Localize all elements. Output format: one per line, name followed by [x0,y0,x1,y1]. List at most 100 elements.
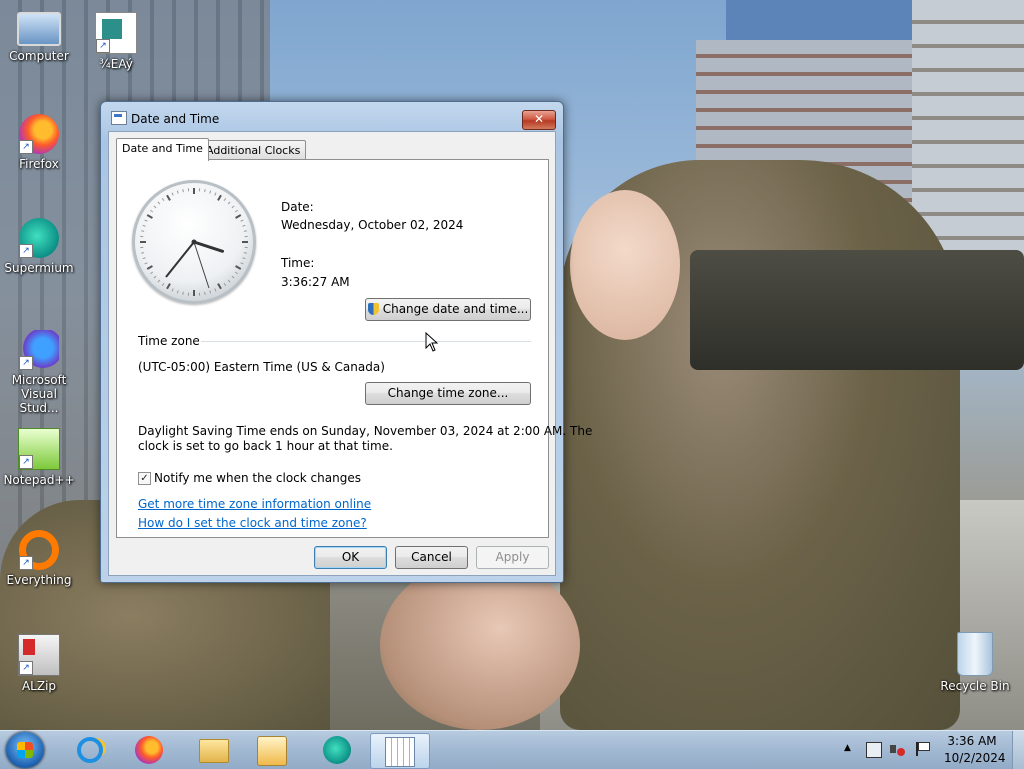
clock-minute-tick [215,193,216,196]
file-explorer-icon [199,739,229,763]
desktop-icon-label: ALZip [1,679,77,693]
clock-hour-hand [194,242,223,251]
tab-additional-clocks[interactable]: Additional Clocks [200,140,306,161]
recycle-bin-icon [957,632,993,676]
clock-minute-tick [224,283,226,285]
firefox-icon: ↗ [19,114,59,154]
desktop-icon-label: Supermium [1,261,77,275]
notify-checkbox-label[interactable]: Notify me when the clock changes [154,471,361,485]
notepad-plus-plus-icon: ↗ [18,428,60,470]
time-zone-info-link[interactable]: Get more time zone information online [138,497,371,511]
wallpaper-face [570,190,680,340]
action-center-flag-icon[interactable] [914,741,930,757]
clock-minute-tick [232,276,234,278]
time-zone-separator [201,341,531,342]
clock-date[interactable]: 10/2/2024 [944,751,1000,765]
date-time-dialog[interactable]: Date and Time ✕ Date and Time Additional… [100,101,564,583]
how-to-set-clock-link[interactable]: How do I set the clock and time zone? [138,516,367,530]
desktop-icon-label: Computer [1,49,77,63]
taskbar-firefox[interactable] [122,733,176,767]
clock-minute-tick [141,231,144,232]
clock-hour-tick [147,266,152,269]
apply-button[interactable]: Apply [476,546,549,569]
dialog-title: Date and Time [131,112,219,126]
clock-minute-tick [154,276,156,278]
supermium-icon [323,736,351,764]
date-label: Date: [281,200,314,214]
clock-minute-tick [150,210,152,212]
show-desktop-button[interactable] [1012,731,1024,769]
clock-minute-tick [243,258,246,259]
clock-minute-tick [145,263,148,264]
clock-minute-tick [172,289,173,292]
alzip-icon: ↗ [18,634,60,676]
document-icon: ↗ [95,12,137,54]
clock-minute-tick [232,206,234,208]
close-button[interactable]: ✕ [522,110,556,130]
taskbar-supermium[interactable] [310,733,364,767]
clock-minute-tick [210,191,211,194]
clock-minute-tick [158,280,160,282]
desktop-icon-everything[interactable]: ↗ Everything [1,530,77,587]
clock-minute-tick [162,198,164,200]
shortcut-arrow-icon: ↗ [19,455,33,469]
taskbar-internet-explorer[interactable] [62,733,116,767]
volume-muted-icon[interactable] [890,741,906,757]
clock-minute-tick [205,189,206,192]
clock-second-hand [194,242,209,288]
clock-time[interactable]: 3:36 AM [944,734,1000,748]
clock-minute-tick [241,263,244,264]
clock-minute-tick [162,283,164,285]
clock-minute-tick [141,253,144,254]
desktop-icon-label: Notepad++ [1,473,77,487]
clock-minute-tick [205,292,206,295]
clock-hour-tick [167,195,170,200]
desktop-icon-alzip[interactable]: ↗ ALZip [1,634,77,693]
notify-checkbox[interactable]: ✓ [138,472,151,485]
desktop-icon-notepad-plus-plus[interactable]: ↗ Notepad++ [1,428,77,487]
clock-minute-tick [177,291,178,294]
start-button[interactable] [6,732,44,768]
clock-center-pin [192,240,197,245]
uac-shield-icon [368,303,379,315]
taskbar-file-explorer[interactable] [186,733,240,767]
clock-minute-tick [243,225,246,226]
show-hidden-icons-button[interactable]: ▲ [844,743,851,753]
clock-minute-tick [143,225,146,226]
taskbar-media-player[interactable] [244,733,298,767]
clock-hour-tick [218,195,221,200]
clock-hour-tick [218,284,221,289]
change-date-and-time-button[interactable]: Change date and time... [365,298,531,321]
taskbar-date-time-window[interactable] [370,733,430,769]
clock-minute-tick [210,291,211,294]
desktop-icon-firefox[interactable]: ↗ Firefox [1,114,77,171]
desktop-icon-label: Everything [1,573,77,587]
clock-minute-tick [235,210,237,212]
dialog-titlebar[interactable]: Date and Time ✕ [101,102,563,132]
tab-date-and-time[interactable]: Date and Time [116,138,209,161]
cancel-button[interactable]: Cancel [395,546,468,569]
desktop-icon-document[interactable]: ↗ ¾EAý [78,12,154,71]
desktop-icon-supermium[interactable]: ↗ Supermium [1,218,77,275]
checkmark-icon: ✓ [140,473,148,484]
desktop-icon-computer[interactable]: Computer [1,12,77,63]
media-player-icon [257,736,287,766]
clock-minute-tick [154,206,156,208]
shortcut-arrow-icon: ↗ [19,140,33,154]
clock-hour-tick [236,266,241,269]
desktop-icon-label: Recycle Bin [937,679,1013,693]
clock-minute-tick [224,198,226,200]
dst-info-line-1: Daylight Saving Time ends on Sunday, Nov… [138,424,592,438]
ok-button[interactable]: OK [314,546,387,569]
desktop-icon-visual-studio[interactable]: ↗ Microsoft Visual Stud... [1,330,77,415]
change-time-zone-button[interactable]: Change time zone... [365,382,531,405]
dialog-client-area: Date and Time Additional Clocks Date: We… [108,131,556,576]
network-icon[interactable] [866,742,882,758]
desktop-icon-label: Firefox [1,157,77,171]
desktop-icon-recycle-bin[interactable]: Recycle Bin [937,632,1013,693]
tab-panel-date-and-time: Date: Wednesday, October 02, 2024 Time: … [116,159,549,538]
shortcut-arrow-icon: ↗ [19,356,33,370]
taskbar: ▲ 3:36 AM 10/2/2024 [0,730,1024,769]
clock-hour-tick [236,215,241,218]
computer-icon [17,12,61,46]
